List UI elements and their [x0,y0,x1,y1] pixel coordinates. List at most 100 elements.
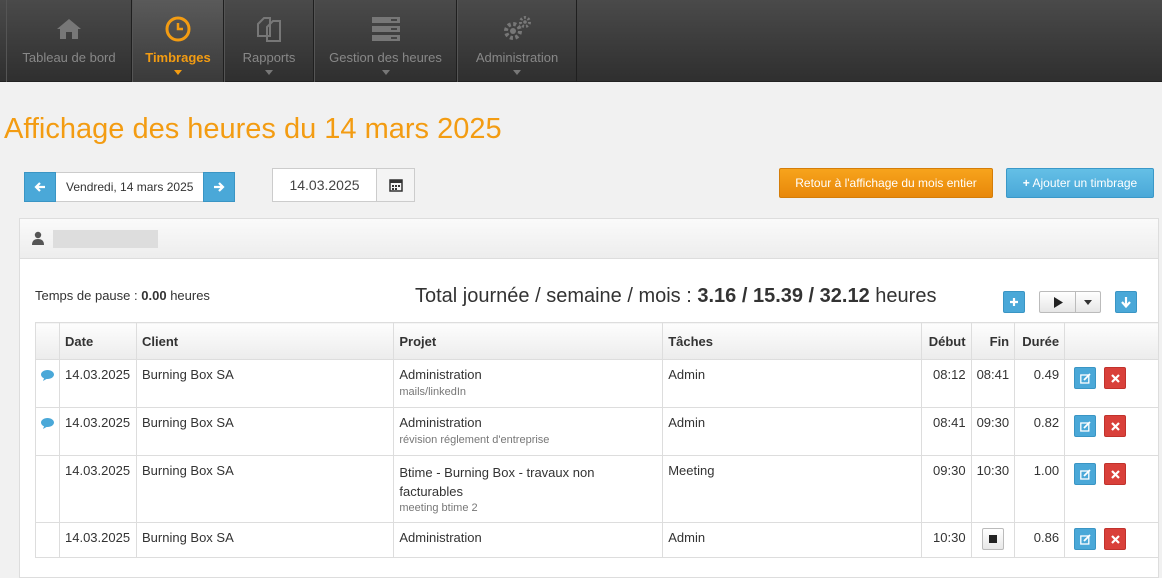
comment-cell [35,455,60,523]
duree-cell: 1.00 [1014,455,1066,523]
actions-cell [1064,522,1159,558]
projet-cell: Administration [393,522,664,558]
nav-tableau-de-bord[interactable]: Tableau de bord [6,0,132,82]
nav-administration[interactable]: Administration [457,0,577,82]
plus-icon: + [1022,176,1030,190]
projet-cell: Administration mails/linkedIn [393,359,664,408]
column-header-comment [35,322,60,360]
fin-cell [970,522,1016,558]
client-cell: Burning Box SA [135,455,395,523]
play-button[interactable] [1040,292,1076,312]
stop-icon [988,535,997,543]
play-dropdown-button[interactable] [1076,292,1100,312]
nav-label: Gestion des heures [329,50,442,65]
actions-cell [1064,359,1159,408]
arrow-left-icon [34,182,45,192]
fin-cell: 09:30 [970,407,1016,456]
column-header-taches[interactable]: Tâches [662,322,922,360]
date-cell: 14.03.2025 [59,407,137,456]
column-header-date[interactable]: Date [59,322,137,360]
date-cell: 14.03.2025 [59,522,137,558]
arrow-right-icon [214,182,225,192]
date-input[interactable]: 14.03.2025 [272,168,415,202]
edit-button[interactable] [1074,415,1097,437]
column-header-debut[interactable]: Début [920,322,972,360]
add-entry-label: Ajouter un timbrage [1032,176,1138,190]
plus-icon [1010,298,1018,306]
duree-cell: 0.86 [1014,522,1066,558]
delete-button[interactable] [1104,415,1127,437]
duree-cell: 0.82 [1014,407,1066,456]
date-cell: 14.03.2025 [59,455,137,523]
nav-gestion-des-heures[interactable]: Gestion des heures [314,0,457,82]
home-icon [54,14,84,44]
table-header-row: Date Client Projet Tâches Début Fin Duré… [35,322,1159,360]
add-entry-button[interactable]: + Ajouter un timbrage [1006,168,1154,198]
comment-icon[interactable] [41,370,54,381]
next-day-button[interactable] [203,172,236,202]
delete-button[interactable] [1104,528,1127,550]
delete-button[interactable] [1104,463,1127,485]
total-summary: Total journée / semaine / mois : 3.16 / … [415,285,936,308]
column-header-actions [1064,322,1159,360]
projet-name: Administration [399,367,482,382]
nav-label: Rapports [242,50,296,65]
date-input-value[interactable]: 14.03.2025 [273,169,376,201]
client-cell: Burning Box SA [135,407,395,456]
nav-label: Administration [475,50,559,65]
total-unit: heures [875,285,937,307]
delete-button[interactable] [1104,367,1127,389]
panel-header [20,219,1158,259]
caret-down-icon [1084,299,1092,305]
date-cell: 14.03.2025 [59,359,137,408]
column-header-duree[interactable]: Durée [1014,322,1066,360]
edit-button[interactable] [1074,367,1097,389]
edit-icon [1079,420,1091,432]
edit-icon [1079,468,1091,480]
documents-icon [254,14,284,44]
user-icon [32,231,44,245]
fin-cell: 10:30 [970,455,1016,523]
top-navigation: Tableau de bord Timbrages Rapports Gesti… [0,0,1162,82]
pause-value: 0.00 [141,288,167,303]
clock-icon [163,14,193,44]
pause-label: Temps de pause : [35,288,138,303]
tache-cell: Admin [662,359,922,408]
close-icon [1110,534,1120,544]
nav-timbrages[interactable]: Timbrages [132,0,224,82]
edit-icon [1079,533,1091,545]
actions-cell [1064,407,1159,456]
chevron-down-icon [174,70,182,75]
close-icon [1110,469,1120,479]
projet-cell: Administration révision réglement d'entre… [393,407,664,456]
edit-icon [1079,372,1091,384]
comment-icon[interactable] [41,418,54,429]
back-to-month-button[interactable]: Retour à l'affichage du mois entier [779,168,993,198]
play-icon [1053,296,1063,308]
table-row: 14.03.2025 Burning Box SA Administration… [35,522,1159,558]
pause-unit: heures [170,288,210,303]
timesheet-panel: Temps de pause : 0.00 heures Total journ… [19,218,1159,578]
previous-day-button[interactable] [24,172,56,202]
close-icon [1110,421,1120,431]
client-cell: Burning Box SA [135,522,395,558]
page-title: Affichage des heures du 14 mars 2025 [4,113,502,145]
nav-label: Timbrages [145,50,211,65]
gears-icon [502,14,532,44]
nav-rapports[interactable]: Rapports [224,0,314,82]
calendar-icon [388,179,403,192]
start-timer-group [1039,291,1101,313]
timesheet-table: Date Client Projet Tâches Début Fin Duré… [35,322,1159,558]
edit-button[interactable] [1074,463,1097,485]
debut-cell: 08:12 [920,359,972,408]
chevron-down-icon [381,70,390,75]
stop-timer-button[interactable] [981,528,1004,550]
add-row-button[interactable] [1003,291,1025,313]
column-header-client[interactable]: Client [135,322,395,360]
edit-button[interactable] [1074,528,1097,550]
total-label: Total journée / semaine / mois : [415,285,692,307]
column-header-projet[interactable]: Projet [393,322,664,360]
column-header-fin[interactable]: Fin [970,322,1016,360]
download-button[interactable] [1115,291,1137,313]
calendar-button[interactable] [376,169,414,201]
